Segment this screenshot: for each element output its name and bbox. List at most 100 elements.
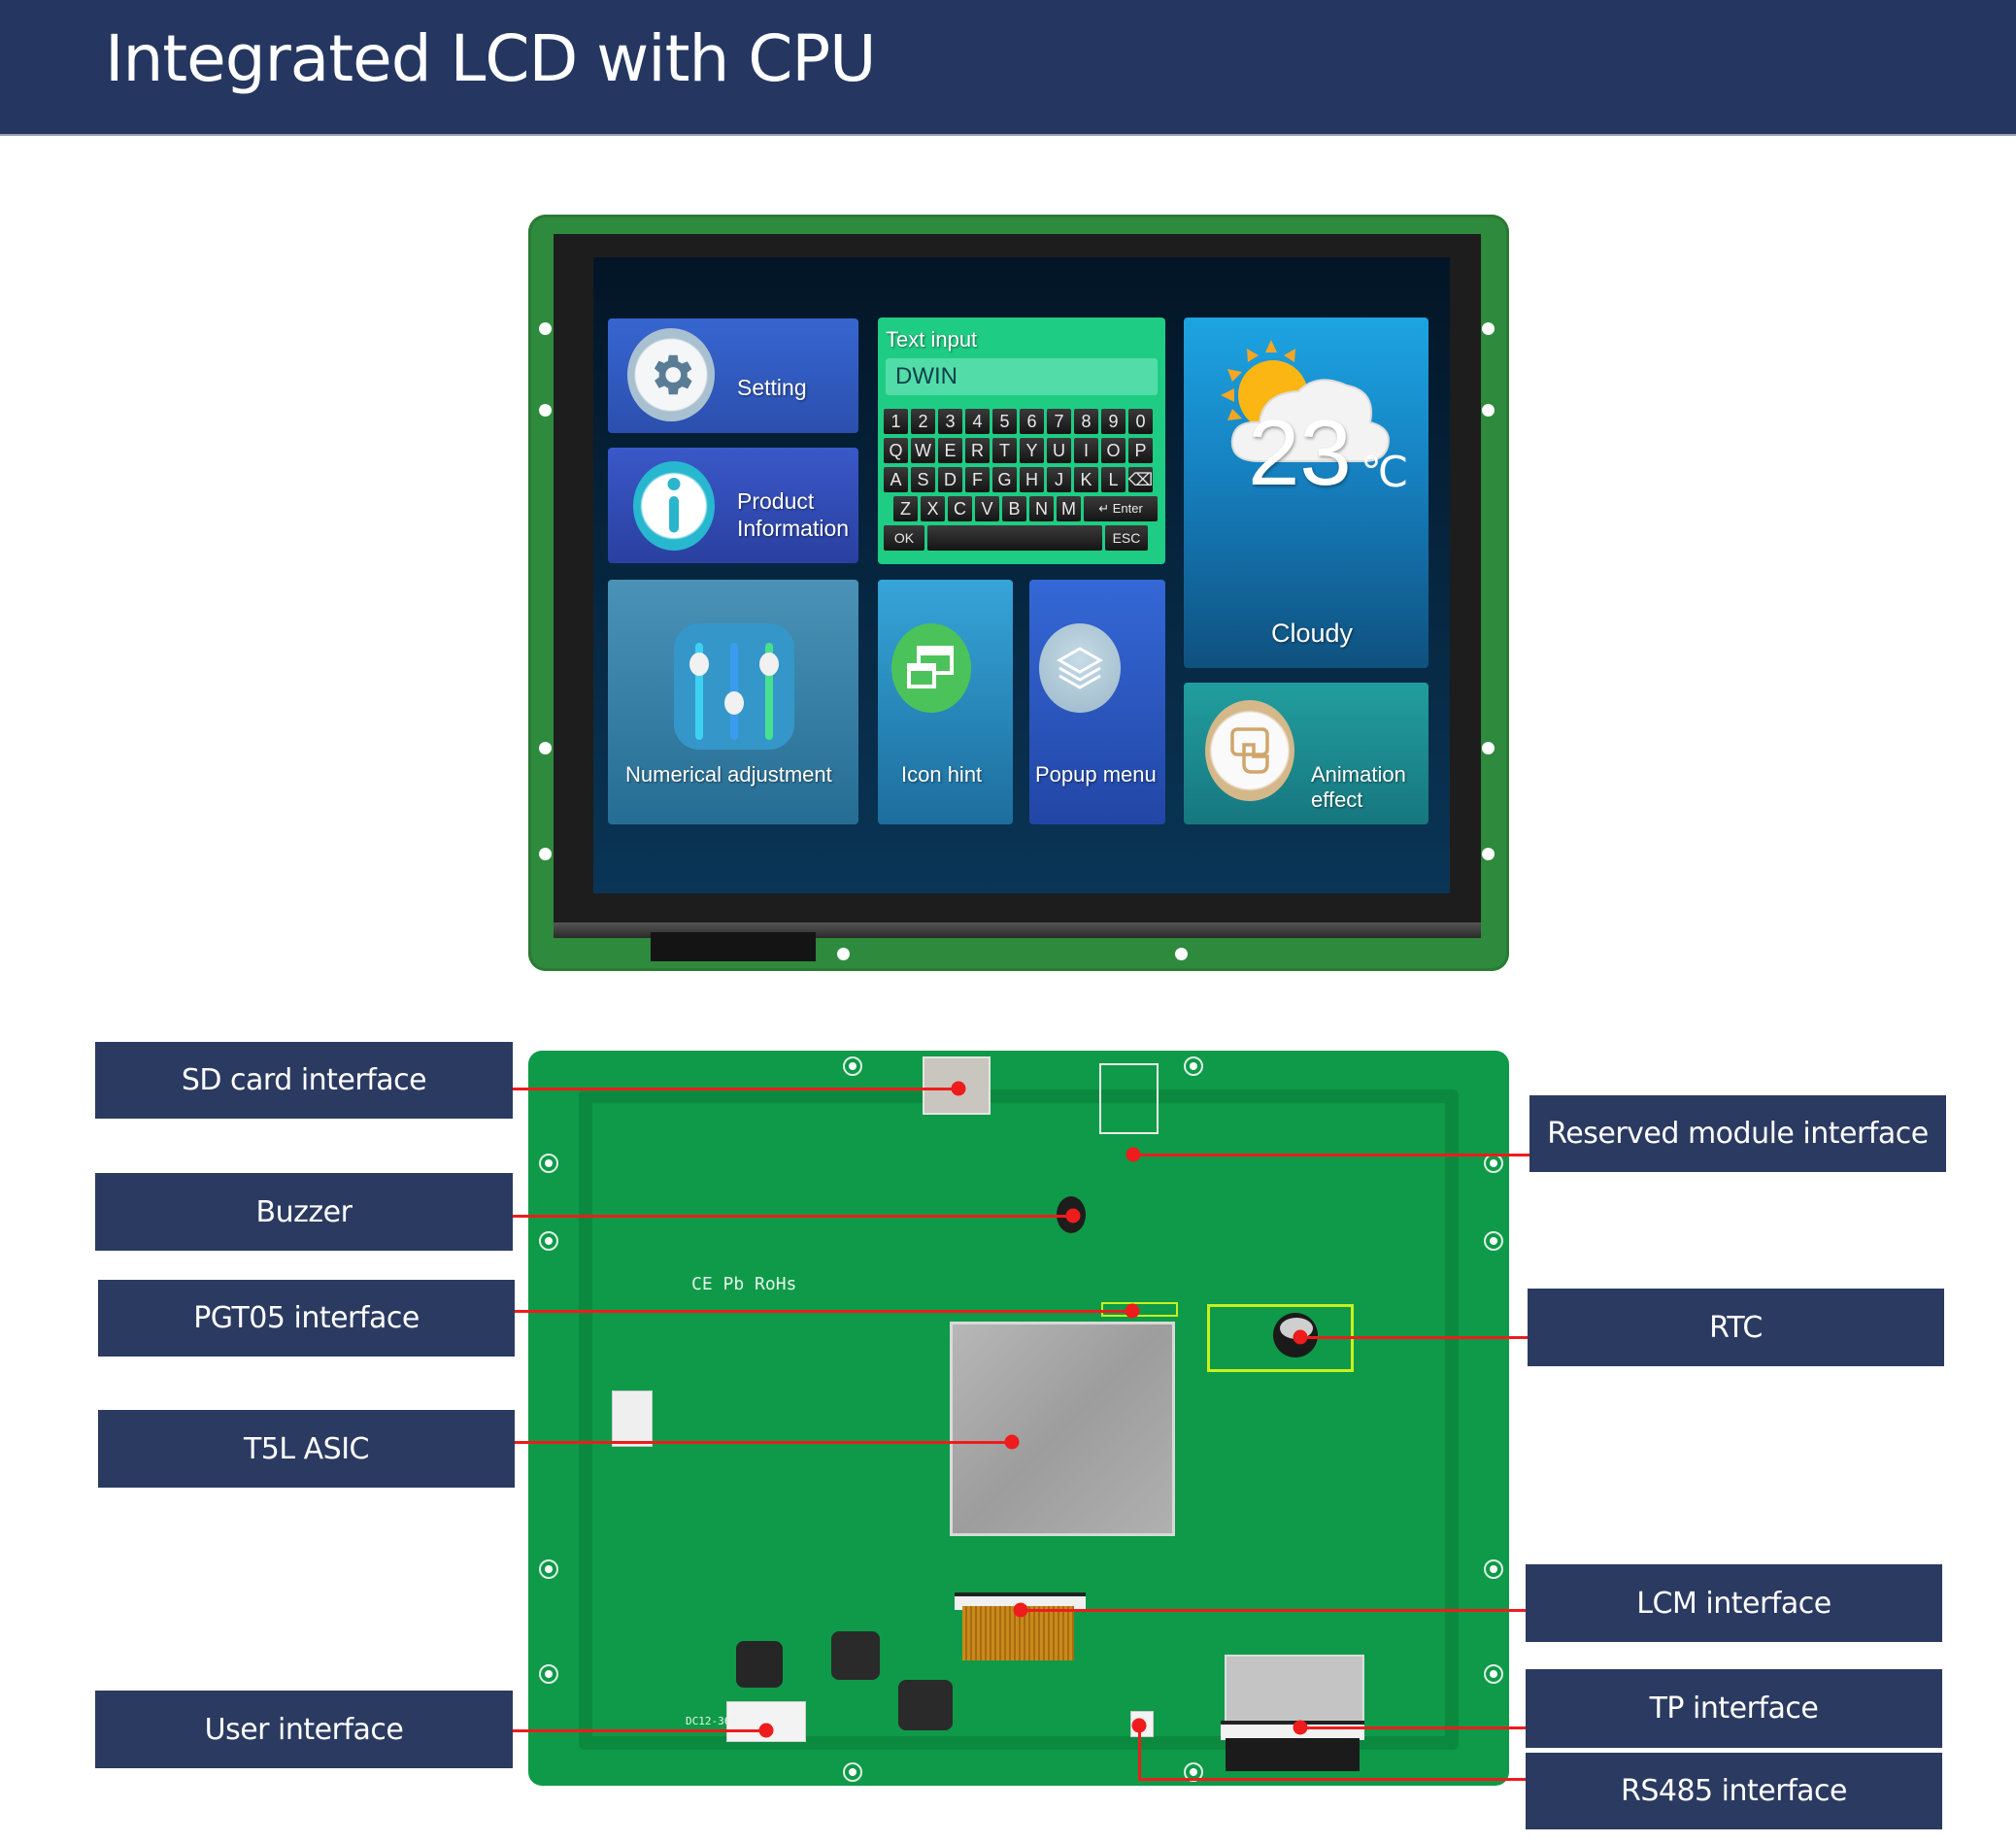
- tile-numerical-adjustment[interactable]: Numerical adjustment: [608, 580, 858, 824]
- keyboard-key[interactable]: I: [1074, 438, 1098, 463]
- tile-product-information-label-line1: Product: [737, 488, 815, 514]
- keyboard-key[interactable]: J: [1047, 467, 1071, 492]
- inductor: [736, 1641, 783, 1688]
- keyboard-key[interactable]: M: [1057, 496, 1081, 521]
- keyboard-row-4: Z X C V B N M ↵ Enter: [893, 496, 1158, 521]
- keyboard-key[interactable]: 5: [992, 409, 1017, 434]
- keyboard-key[interactable]: B: [1002, 496, 1026, 521]
- mount-hole: [539, 404, 552, 417]
- keyboard-key[interactable]: 8: [1074, 409, 1098, 434]
- key-space[interactable]: [927, 525, 1102, 551]
- tile-icon-hint-label: Icon hint: [901, 762, 983, 787]
- key-ok[interactable]: OK: [884, 525, 924, 551]
- tp-flex-cable: [1226, 1738, 1360, 1771]
- weather-condition: Cloudy: [1271, 619, 1354, 648]
- keyboard-key[interactable]: W: [911, 438, 935, 463]
- marker-dot-rtc: [1293, 1329, 1308, 1345]
- callout-sd-card-interface: SD card interface: [95, 1042, 513, 1119]
- inductor: [898, 1680, 953, 1730]
- keyboard-key[interactable]: V: [975, 496, 999, 521]
- weather-temperature: 23: [1248, 401, 1352, 505]
- keyboard-key[interactable]: E: [938, 438, 962, 463]
- keyboard-row-1: 1234567890: [884, 409, 1153, 434]
- keyboard-key[interactable]: C: [948, 496, 972, 521]
- certification-marks: CE Pb RoHs: [691, 1274, 797, 1294]
- mount-hole: [539, 322, 552, 335]
- tile-product-information-label-line2: Information: [737, 516, 850, 541]
- mount-hole: [539, 1664, 558, 1684]
- tile-popup-menu[interactable]: Popup menu: [1029, 580, 1165, 824]
- keyboard-key[interactable]: 1: [884, 409, 908, 434]
- callout-lcm-interface: LCM interface: [1526, 1564, 1942, 1642]
- keyboard-key[interactable]: ⌫: [1128, 467, 1153, 492]
- tp-connector: [1221, 1721, 1364, 1740]
- weather-temperature-unit: ℃: [1361, 449, 1409, 496]
- keyboard-row-5: OK ESC: [884, 525, 1148, 551]
- callout-user-interface: User interface: [95, 1691, 513, 1768]
- tile-animation-effect[interactable]: Animation effect: [1184, 683, 1428, 824]
- mount-hole: [1482, 404, 1495, 417]
- keyboard-key[interactable]: L: [1101, 467, 1126, 492]
- keyboard-key[interactable]: Z: [893, 496, 918, 521]
- tile-setting[interactable]: Setting: [608, 318, 858, 433]
- keyboard-key[interactable]: 3: [938, 409, 962, 434]
- keyboard-key[interactable]: G: [992, 467, 1017, 492]
- page-title: Integrated LCD with CPU: [105, 21, 876, 96]
- keyboard-key[interactable]: A: [884, 467, 908, 492]
- mount-hole: [1184, 1056, 1203, 1076]
- keyboard-key[interactable]: N: [1029, 496, 1054, 521]
- tile-icon-hint[interactable]: Icon hint: [878, 580, 1013, 824]
- keyboard-key[interactable]: 4: [965, 409, 990, 434]
- callout-t5l-asic: T5L ASIC: [98, 1410, 515, 1488]
- keyboard-key[interactable]: K: [1074, 467, 1098, 492]
- power-silkscreen: DC12-36V: [686, 1715, 737, 1727]
- reserved-module-footprint: [1099, 1063, 1159, 1134]
- keyboard-key[interactable]: ↵ Enter: [1084, 496, 1158, 521]
- keyboard-key[interactable]: R: [965, 438, 990, 463]
- keyboard-key[interactable]: P: [1128, 438, 1153, 463]
- text-input-field[interactable]: DWIN: [886, 358, 1158, 395]
- keyboard-key[interactable]: O: [1101, 438, 1126, 463]
- keyboard-key[interactable]: 2: [911, 409, 935, 434]
- keyboard-key[interactable]: Y: [1020, 438, 1044, 463]
- inductor: [831, 1631, 880, 1680]
- gear-icon: [627, 328, 715, 421]
- tp-shield: [1225, 1655, 1364, 1725]
- leader-line-rs485: [1138, 1778, 1526, 1781]
- tile-product-information[interactable]: Product Information: [608, 448, 858, 563]
- t5l-asic-shield: [950, 1322, 1175, 1536]
- keyboard-key[interactable]: X: [921, 496, 945, 521]
- key-esc[interactable]: ESC: [1105, 525, 1148, 551]
- tile-text-input[interactable]: Text input DWIN 1234567890 QWERTYUIOP AS…: [878, 318, 1165, 564]
- tile-popup-menu-label: Popup menu: [1035, 762, 1157, 787]
- callout-buzzer: Buzzer: [95, 1173, 513, 1251]
- callout-tp-interface: TP interface: [1526, 1669, 1942, 1748]
- mount-hole: [1482, 848, 1495, 860]
- marker-dot-user: [758, 1723, 774, 1738]
- keyboard-key[interactable]: 9: [1101, 409, 1126, 434]
- keyboard-key[interactable]: Q: [884, 438, 908, 463]
- keyboard-row-3: A S D F G H J K L ⌫: [884, 467, 1153, 492]
- keyboard-key[interactable]: H: [1020, 467, 1044, 492]
- keyboard-key[interactable]: F: [965, 467, 990, 492]
- leader-line-tp: [1300, 1726, 1526, 1729]
- layers-icon: [1039, 623, 1121, 713]
- mount-hole: [1484, 1154, 1503, 1173]
- sliders-icon: [674, 623, 794, 750]
- keyboard-key[interactable]: 0: [1128, 409, 1153, 434]
- keyboard-key[interactable]: S: [911, 467, 935, 492]
- marker-dot-lcm: [1013, 1602, 1028, 1618]
- leader-line-pgt05: [515, 1310, 1131, 1313]
- leader-line-rs485-vertical: [1138, 1726, 1141, 1780]
- keyboard-key[interactable]: 6: [1020, 409, 1044, 434]
- keyboard-key[interactable]: T: [992, 438, 1017, 463]
- keyboard-key[interactable]: U: [1047, 438, 1071, 463]
- tile-weather[interactable]: 23 ℃ Cloudy: [1184, 318, 1428, 668]
- marker-dot-buzzer: [1065, 1208, 1081, 1223]
- mount-hole: [843, 1056, 862, 1076]
- keyboard-key[interactable]: D: [938, 467, 962, 492]
- marker-dot-tp: [1293, 1720, 1308, 1735]
- keyboard-key[interactable]: 7: [1047, 409, 1071, 434]
- mount-hole: [1175, 948, 1188, 960]
- mount-hole: [539, 1154, 558, 1173]
